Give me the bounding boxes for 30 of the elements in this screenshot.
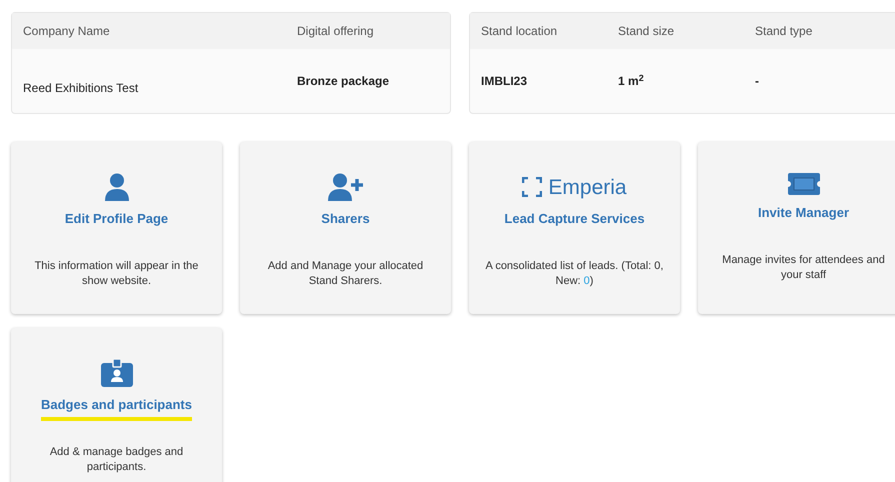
dashboard-card[interactable]: Sharers Add and Manage your allocated Stand Sharers. bbox=[240, 142, 451, 314]
column-value: - bbox=[755, 74, 759, 88]
dashboard-card[interactable]: Emperia Lead Capture Services A consolidated list of leads. (Total: 0, New: 0) bbox=[469, 142, 680, 314]
emperia-logo: Emperia bbox=[522, 173, 627, 201]
card-description: Add & manage badges and participants. bbox=[48, 444, 184, 474]
card-title[interactable]: Lead Capture Services bbox=[504, 209, 645, 234]
ticket-icon bbox=[788, 173, 820, 195]
card-title[interactable]: Badges and participants bbox=[41, 395, 192, 420]
dashboard-card[interactable]: Edit Profile Page This information will appear in the show website. bbox=[11, 142, 222, 314]
card-description: This information will appear in the show website. bbox=[34, 258, 200, 288]
column-header: Digital offering bbox=[297, 24, 374, 38]
card-description: Manage invites for attendees and your staff bbox=[721, 252, 886, 282]
dashboard-card[interactable]: Invite Manager Manage invites for attendees and your staff bbox=[698, 142, 895, 314]
column-value: Reed Exhibitions Test bbox=[23, 81, 138, 95]
column-value: IMBLI23 bbox=[481, 74, 528, 88]
person-icon bbox=[104, 173, 130, 201]
card-title[interactable]: Sharers bbox=[321, 209, 370, 234]
id-badge-icon bbox=[100, 359, 132, 387]
column-value: Bronze package bbox=[297, 74, 390, 88]
person-plus-icon bbox=[328, 173, 364, 201]
column-header: Stand size bbox=[618, 24, 674, 38]
column-header: Stand location bbox=[481, 24, 558, 38]
column-header: Company Name bbox=[23, 24, 110, 38]
card-title[interactable]: Invite Manager bbox=[758, 203, 850, 228]
dashboard-card[interactable]: Badges and participants Add & manage badges and participants. bbox=[11, 328, 222, 482]
card-title[interactable]: Edit Profile Page bbox=[64, 209, 168, 234]
card-description: Add and Manage your allocated Stand Sharers. bbox=[266, 258, 424, 288]
column-header: Stand type bbox=[755, 24, 812, 38]
card-description: A consolidated list of leads. (Total: 0, New: 0) bbox=[486, 258, 664, 288]
column-value: 1 m$^{2}$ bbox=[618, 74, 644, 88]
